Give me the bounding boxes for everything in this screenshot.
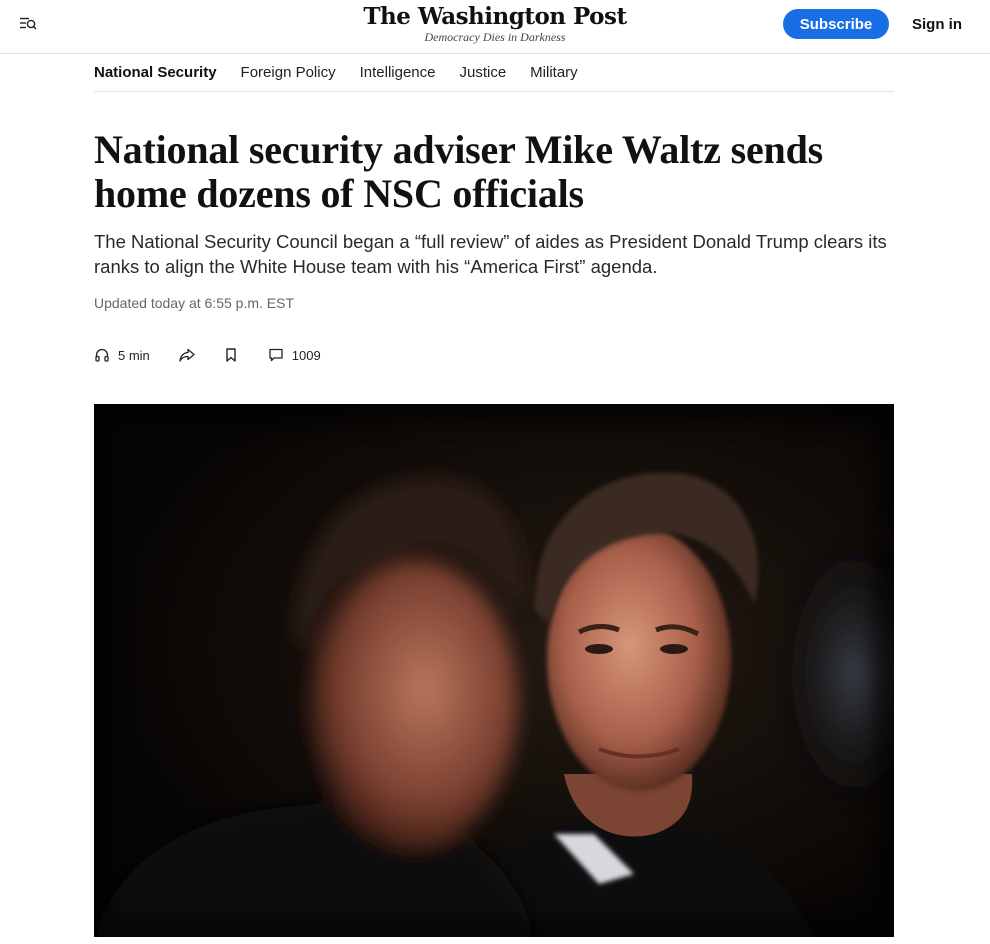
listen-duration: 5 min: [118, 347, 150, 363]
share-button[interactable]: [178, 347, 196, 363]
sign-in-button[interactable]: Sign in: [905, 9, 969, 39]
top-navigation-bar: The Washington Post Democracy Dies in Da…: [0, 0, 990, 54]
article-timestamp: Updated today at 6:55 p.m. EST: [94, 295, 295, 311]
share-icon: [178, 347, 196, 363]
comment-icon: [268, 347, 284, 363]
section-link-justice[interactable]: Justice: [459, 64, 506, 81]
section-link-national-security[interactable]: National Security: [94, 64, 217, 81]
bookmark-icon: [224, 347, 238, 363]
comments-count: 1009: [291, 347, 321, 363]
article-headline: National security adviser Mike Waltz sen…: [94, 127, 824, 216]
article-dek: The National Security Council began a “f…: [94, 231, 887, 277]
headphones-icon: [94, 347, 110, 363]
bookmark-button[interactable]: [224, 347, 238, 363]
hero-photo-illustration: [94, 404, 894, 937]
listen-button[interactable]: 5 min: [94, 347, 150, 363]
article-actions: 5 min 1009: [94, 343, 321, 367]
section-link-foreign-policy[interactable]: Foreign Policy: [241, 64, 336, 81]
section-link-intelligence[interactable]: Intelligence: [360, 64, 436, 81]
section-navigation: National Security Foreign Policy Intelli…: [94, 54, 894, 92]
section-link-military[interactable]: Military: [530, 64, 578, 81]
article-hero-image[interactable]: [94, 404, 894, 937]
subscribe-button[interactable]: Subscribe: [783, 9, 889, 39]
comments-button[interactable]: 1009: [268, 347, 321, 363]
